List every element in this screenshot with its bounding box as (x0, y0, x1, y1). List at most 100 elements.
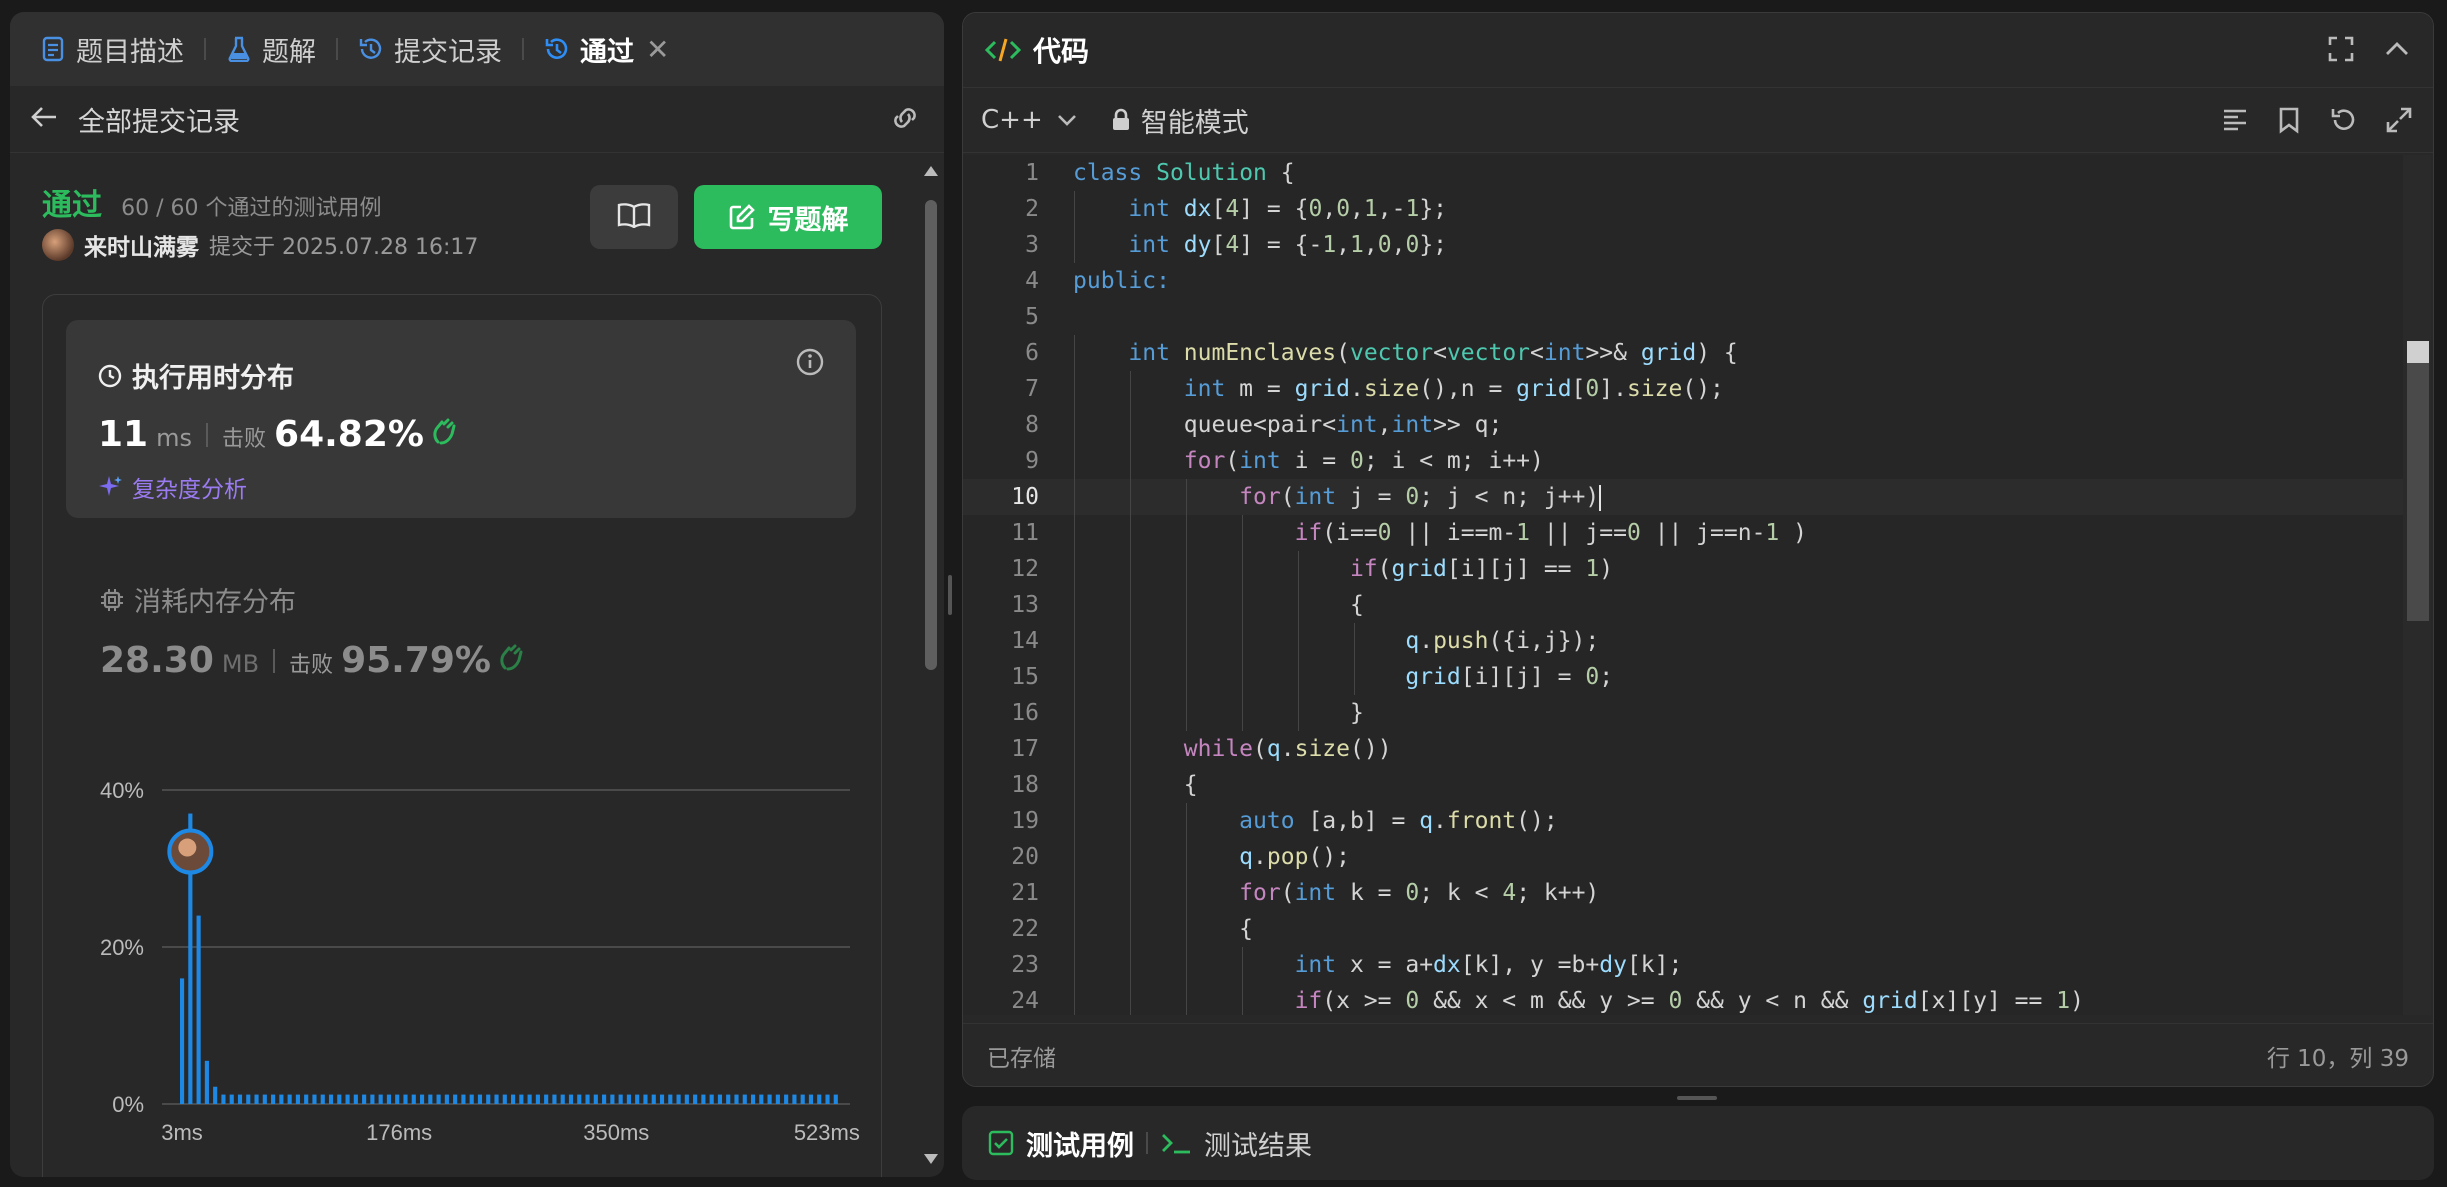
histogram-bar[interactable] (602, 1094, 607, 1104)
code-line[interactable]: 1 class Solution { (963, 155, 2403, 191)
scroll-down-icon[interactable] (922, 1152, 940, 1168)
username[interactable]: 来时山满雾 (84, 228, 199, 262)
code-line[interactable]: 22 { (963, 911, 2403, 947)
histogram-bar[interactable] (254, 1094, 259, 1104)
code-line[interactable]: 15 grid[i][j] = 0; (963, 659, 2403, 695)
histogram-bar[interactable] (535, 1094, 540, 1104)
back-arrow-icon[interactable] (30, 105, 58, 133)
panel-resize-handle[interactable] (948, 575, 952, 615)
histogram-bar[interactable] (808, 1094, 814, 1104)
tab-description[interactable]: 题目描述 (32, 12, 192, 86)
histogram-bar[interactable] (353, 1094, 358, 1104)
tab-accepted[interactable]: 通过 ✕ (536, 12, 677, 86)
histogram-bar[interactable] (494, 1094, 499, 1104)
histogram-bar[interactable] (237, 1094, 243, 1104)
histogram-bar[interactable] (320, 1094, 325, 1104)
histogram-bar[interactable] (635, 1094, 640, 1104)
histogram-bar[interactable] (502, 1094, 507, 1104)
histogram-bar[interactable] (527, 1094, 532, 1104)
histogram-bar[interactable] (337, 1094, 342, 1104)
histogram-bar[interactable] (784, 1094, 789, 1104)
histogram-bar[interactable] (477, 1094, 483, 1104)
histogram-bar[interactable] (626, 1094, 631, 1104)
histogram-bar[interactable] (726, 1094, 731, 1104)
histogram-bar[interactable] (304, 1094, 309, 1104)
histogram-bar[interactable] (684, 1094, 689, 1104)
histogram-bar[interactable] (742, 1094, 747, 1104)
code-line[interactable]: 12 if(grid[i][j] == 1) (963, 551, 2403, 587)
histogram-bar[interactable] (659, 1094, 665, 1104)
close-icon[interactable]: ✕ (646, 33, 669, 66)
code-line[interactable]: 8 queue<pair<int,int>> q; (963, 407, 2403, 443)
code-line[interactable]: 4 public: (963, 263, 2403, 299)
histogram-bar[interactable] (775, 1094, 780, 1104)
histogram-bar[interactable] (701, 1094, 706, 1104)
complexity-analysis-link[interactable]: 复杂度分析 (98, 470, 247, 504)
histogram-bar[interactable] (271, 1094, 276, 1104)
histogram-bar[interactable] (709, 1094, 714, 1104)
collapse-icon[interactable] (2383, 35, 2411, 67)
histogram-bar[interactable] (469, 1094, 474, 1104)
code-line[interactable]: 10 for(int j = 0; j < n; j++) (963, 479, 2403, 515)
code-line[interactable]: 11 if(i==0 || i==m-1 || j==0 || j==n-1 ) (963, 515, 2403, 551)
histogram-bar[interactable] (544, 1094, 549, 1104)
histogram-bar[interactable] (428, 1094, 433, 1104)
histogram-bar[interactable] (676, 1094, 681, 1104)
histogram-bar[interactable] (577, 1094, 582, 1104)
histogram-bar[interactable] (180, 978, 185, 1104)
histogram-bar[interactable] (312, 1094, 317, 1104)
bookmark-icon[interactable] (2277, 106, 2301, 138)
histogram-bar[interactable] (328, 1094, 334, 1104)
histogram-bar[interactable] (196, 915, 201, 1104)
histogram-bar[interactable] (461, 1094, 466, 1104)
memory-title[interactable]: 消耗内存分布 (100, 580, 296, 619)
smart-mode-toggle[interactable]: 智能模式 (1111, 101, 1249, 140)
code-line[interactable]: 13 { (963, 587, 2403, 623)
histogram-bar[interactable] (750, 1094, 756, 1104)
code-line[interactable]: 3 int dy[4] = {-1,1,0,0}; (963, 227, 2403, 263)
histogram-bar[interactable] (593, 1094, 598, 1104)
histogram-bar[interactable] (552, 1094, 557, 1104)
histogram-bar[interactable] (767, 1094, 772, 1104)
histogram-bar[interactable] (378, 1094, 383, 1104)
code-line[interactable]: 17 while(q.size()) (963, 731, 2403, 767)
histogram-bar[interactable] (345, 1094, 350, 1104)
histogram-bar[interactable] (511, 1094, 516, 1104)
avatar[interactable] (42, 229, 74, 261)
histogram-bar[interactable] (370, 1094, 375, 1104)
code-line[interactable]: 21 for(int k = 0; k < 4; k++) (963, 875, 2403, 911)
histogram-bar[interactable] (279, 1094, 284, 1104)
scrollbar-thumb[interactable] (925, 200, 937, 670)
code-line[interactable]: 18 { (963, 767, 2403, 803)
code-line[interactable]: 16 } (963, 695, 2403, 731)
histogram-bar[interactable] (560, 1094, 565, 1104)
histogram-bar[interactable] (825, 1094, 830, 1104)
scroll-up-icon[interactable] (922, 162, 940, 178)
notes-button[interactable] (590, 185, 678, 249)
histogram-bar[interactable] (817, 1094, 822, 1104)
histogram-bar[interactable] (386, 1094, 392, 1104)
histogram-bar[interactable] (444, 1094, 449, 1104)
histogram-bar[interactable] (362, 1094, 367, 1104)
histogram-bar[interactable] (221, 1094, 226, 1104)
tab-testcase[interactable]: 测试用例 (988, 1124, 1134, 1163)
histogram-bar[interactable] (395, 1094, 400, 1104)
histogram-bar[interactable] (411, 1094, 416, 1104)
histogram-bar[interactable] (262, 1094, 267, 1104)
runtime-card[interactable]: 执行用时分布 11 ms 击败 64.82% 复杂度分析 (66, 320, 856, 518)
runtime-histogram[interactable]: 40% 20% 0% 3ms 176ms 350ms 523ms (80, 764, 880, 1164)
histogram-bar[interactable] (204, 1060, 209, 1104)
code-line[interactable]: 9 for(int i = 0; i < m; i++) (963, 443, 2403, 479)
histogram-bar[interactable] (759, 1094, 764, 1104)
link-icon[interactable] (888, 104, 922, 136)
histogram-bar[interactable] (668, 1094, 673, 1104)
histogram-bar[interactable] (585, 1094, 590, 1104)
code-line[interactable]: 7 int m = grid.size(),n = grid[0].size()… (963, 371, 2403, 407)
tab-test-result[interactable]: 测试结果 (1160, 1124, 1312, 1163)
histogram-bar[interactable] (610, 1094, 615, 1104)
histogram-bar[interactable] (651, 1094, 656, 1104)
vertical-resize-handle[interactable] (1677, 1096, 1717, 1100)
code-line[interactable]: 23 int x = a+dx[k], y =b+dy[k]; (963, 947, 2403, 983)
histogram-bar[interactable] (643, 1094, 648, 1104)
histogram-bar[interactable] (519, 1094, 524, 1104)
